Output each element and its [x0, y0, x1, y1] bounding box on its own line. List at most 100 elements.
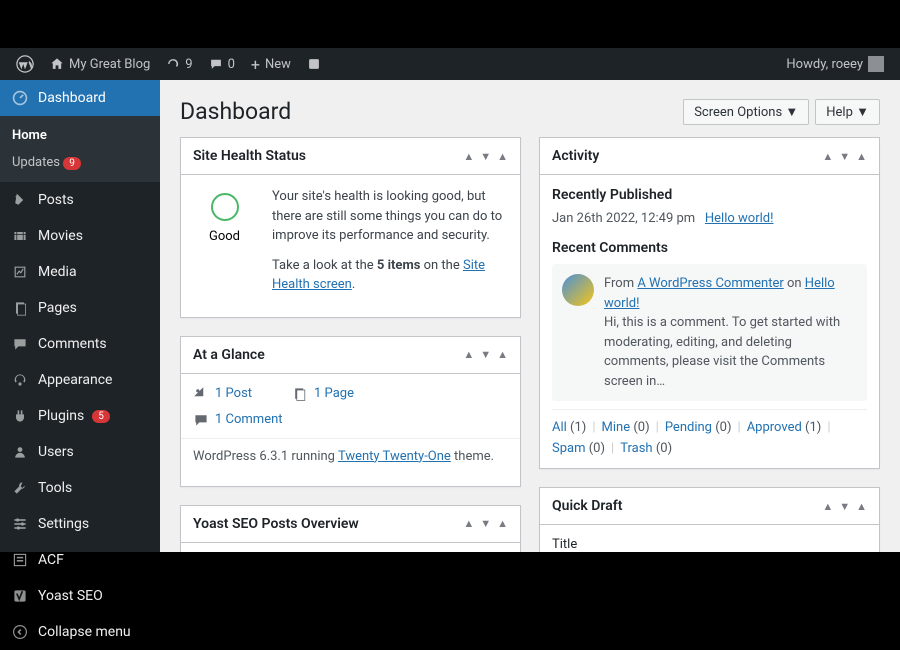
- comments-icon: [10, 334, 30, 354]
- sidebar-item-pages[interactable]: Pages: [0, 290, 160, 326]
- panel-up-icon[interactable]: ▲: [822, 500, 833, 513]
- panel-toggle-icon[interactable]: ▲: [497, 517, 508, 530]
- sidebar-item-acf[interactable]: ACF: [0, 542, 160, 578]
- sidebar-item-appearance[interactable]: Appearance: [0, 362, 160, 398]
- glance-posts[interactable]: 1 Post: [193, 386, 252, 402]
- panel-title: Site Health Status: [193, 148, 306, 164]
- sidebar-item-comments[interactable]: Comments: [0, 326, 160, 362]
- sidebar-item-label: Pages: [38, 300, 77, 316]
- sidebar-item-posts[interactable]: Posts: [0, 182, 160, 218]
- filter-all[interactable]: All (1): [552, 420, 586, 435]
- howdy-account[interactable]: Howdy, roeey: [778, 48, 892, 80]
- sidebar-subitem-home[interactable]: Home: [0, 122, 160, 149]
- sidebar-item-settings[interactable]: Settings: [0, 506, 160, 542]
- theme-link[interactable]: Twenty Twenty-One: [338, 449, 451, 464]
- sidebar-item-label: Posts: [38, 192, 74, 208]
- panel-up-icon[interactable]: ▲: [822, 150, 833, 163]
- yoast-icon: [10, 586, 30, 606]
- health-indicator: Good: [193, 187, 256, 250]
- glance-footer: WordPress 6.3.1 running Twenty Twenty-On…: [181, 438, 520, 464]
- toolbar-updates[interactable]: 9: [158, 48, 200, 80]
- filter-trash[interactable]: Trash (0): [620, 441, 672, 456]
- wp-logo[interactable]: [8, 48, 42, 80]
- dashboard-icon: [10, 88, 30, 108]
- commenter-link[interactable]: A WordPress Commenter: [637, 276, 783, 291]
- sidebar-item-media[interactable]: Media: [0, 254, 160, 290]
- sidebar-item-yoast[interactable]: Yoast SEO: [0, 578, 160, 614]
- sidebar-item-label: Yoast SEO: [38, 588, 103, 604]
- appearance-icon: [10, 370, 30, 390]
- sidebar-item-label: Movies: [38, 228, 83, 244]
- panel-down-icon[interactable]: ▼: [839, 500, 850, 513]
- filter-approved[interactable]: Approved (1): [747, 420, 822, 435]
- movies-icon: [10, 226, 30, 246]
- sidebar-item-movies[interactable]: Movies: [0, 218, 160, 254]
- sidebar-item-users[interactable]: Users: [0, 434, 160, 470]
- recent-comments-heading: Recent Comments: [552, 240, 867, 256]
- sidebar-item-label: Plugins: [38, 408, 84, 424]
- at-a-glance-panel: At a Glance ▲ ▼ ▲ 1 Post 1 Page 1 Comment W…: [180, 336, 521, 487]
- sidebar-item-tools[interactable]: Tools: [0, 470, 160, 506]
- screen-options-button[interactable]: Screen Options ▼: [683, 99, 809, 125]
- panel-up-icon[interactable]: ▲: [463, 348, 474, 361]
- sidebar-item-label: Media: [38, 264, 77, 280]
- panel-down-icon[interactable]: ▼: [480, 150, 491, 163]
- panel-title: Quick Draft: [552, 498, 622, 514]
- admin-sidebar: Dashboard HomeUpdates 9 Posts Movies Media Pa…: [0, 80, 160, 552]
- glance-pages[interactable]: 1 Page: [292, 386, 354, 402]
- filter-pending[interactable]: Pending (0): [665, 420, 732, 435]
- sidebar-item-label: Dashboard: [38, 90, 106, 106]
- settings-icon: [10, 514, 30, 534]
- quick-draft-panel: Quick Draft▲▼▲ Title Content Save Draft: [539, 487, 880, 552]
- site-link[interactable]: My Great Blog: [42, 48, 158, 80]
- pages-icon: [10, 298, 30, 318]
- panel-toggle-icon[interactable]: ▲: [497, 150, 508, 163]
- acf-icon: [10, 550, 30, 570]
- toolbar-new[interactable]: +New: [243, 48, 299, 80]
- panel-up-icon[interactable]: ▲: [463, 517, 474, 530]
- filter-mine[interactable]: Mine (0): [602, 420, 650, 435]
- page-title: Dashboard: [180, 98, 291, 125]
- panel-down-icon[interactable]: ▼: [480, 517, 491, 530]
- posts-icon: [10, 190, 30, 210]
- panel-title: At a Glance: [193, 347, 265, 363]
- panel-toggle-icon[interactable]: ▲: [856, 500, 867, 513]
- comment-body: Hi, this is a comment. To get started wi…: [604, 315, 840, 389]
- toolbar-comments[interactable]: 0: [201, 48, 243, 80]
- toolbar-yoast[interactable]: [299, 48, 329, 80]
- panel-down-icon[interactable]: ▼: [839, 150, 850, 163]
- panel-up-icon[interactable]: ▲: [463, 150, 474, 163]
- collapse-icon: [10, 622, 30, 642]
- media-icon: [10, 262, 30, 282]
- sidebar-item-collapse[interactable]: Collapse menu: [0, 614, 160, 650]
- sidebar-subitem-updates[interactable]: Updates 9: [0, 149, 160, 176]
- publish-date: Jan 26th 2022, 12:49 pm: [552, 211, 695, 226]
- published-post-link[interactable]: Hello world!: [705, 211, 774, 226]
- plugins-icon: [10, 406, 30, 426]
- admin-toolbar: My Great Blog 9 0 +New Howdy, roeey: [0, 48, 900, 80]
- activity-panel: Activity ▲ ▼ ▲ Recently Published Jan 26th …: [539, 137, 880, 469]
- sidebar-item-dashboard[interactable]: Dashboard: [0, 80, 160, 116]
- sidebar-item-plugins[interactable]: Plugins5: [0, 398, 160, 434]
- draft-title-label: Title: [552, 537, 867, 552]
- comment-item[interactable]: From A WordPress Commenter on Hello worl…: [552, 264, 867, 401]
- tools-icon: [10, 478, 30, 498]
- sidebar-item-label: Settings: [38, 516, 89, 532]
- sidebar-item-label: Users: [38, 444, 74, 460]
- comment-filters: All (1)|Mine (0)|Pending (0)|Approved (1…: [552, 409, 867, 456]
- recently-published-heading: Recently Published: [552, 187, 867, 203]
- glance-comments[interactable]: 1 Comment: [193, 412, 283, 428]
- avatar: [868, 56, 884, 72]
- panel-toggle-icon[interactable]: ▲: [856, 150, 867, 163]
- sidebar-item-label: Appearance: [38, 372, 112, 388]
- help-button[interactable]: Help ▼: [815, 99, 880, 125]
- panel-down-icon[interactable]: ▼: [480, 348, 491, 361]
- sidebar-item-label: ACF: [38, 552, 64, 568]
- yoast-seo-panel: Yoast SEO Posts Overview▲▼▲ Below are yo…: [180, 505, 521, 553]
- health-action: Take a look at the 5 items on the Site H…: [272, 256, 508, 295]
- filter-spam[interactable]: Spam (0): [552, 441, 605, 456]
- users-icon: [10, 442, 30, 462]
- sidebar-badge: 9: [63, 157, 81, 170]
- panel-title: Activity: [552, 148, 599, 164]
- panel-toggle-icon[interactable]: ▲: [497, 348, 508, 361]
